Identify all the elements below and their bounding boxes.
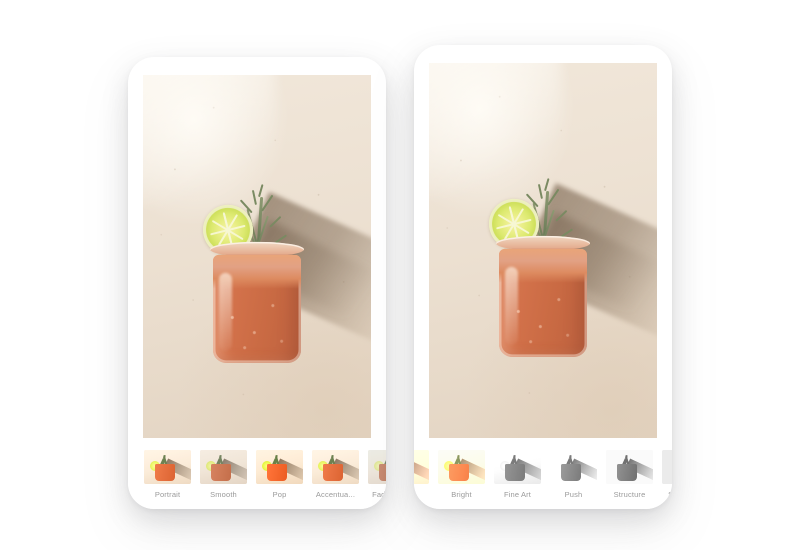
filter-thumbnail[interactable]: [550, 450, 597, 484]
filter-option-faded-gl[interactable]: Faded Gl...: [368, 450, 386, 499]
rosemary-needle: [261, 194, 273, 211]
filter-option-label: Portrait: [154, 490, 181, 499]
glass-highlight: [219, 272, 232, 351]
filter-option-label: Faded Gl...: [372, 490, 386, 499]
right-phone-screen: rning Bright Fine Art Push Structure Silhouet…: [414, 45, 672, 509]
filter-option-pop[interactable]: Pop: [256, 450, 303, 499]
thumbnail-glass: [211, 464, 231, 481]
filter-option-structure[interactable]: Structure: [606, 450, 653, 499]
thumbnail-glass: [323, 464, 343, 481]
rosemary-needle: [544, 177, 550, 191]
filter-thumbnail[interactable]: [438, 450, 485, 484]
rosemary-needle: [537, 183, 543, 199]
thumbnail-glass: [449, 464, 469, 481]
filter-option-rning[interactable]: rning: [414, 450, 429, 499]
filter-strip-left-track[interactable]: PortraitSmoothPopAccentua...Faded Gl...M…: [144, 450, 386, 499]
glass-body: [213, 254, 301, 363]
filter-strip-right[interactable]: rning Bright Fine Art Push Structure Silhouet…: [414, 445, 672, 509]
filter-option-label: Push: [564, 490, 583, 499]
filter-option-label: Structure: [613, 490, 646, 499]
filter-option-label: rning: [414, 490, 429, 499]
filter-option-accentua[interactable]: Accentua...: [312, 450, 359, 499]
cocktail-glass: [483, 160, 595, 357]
thumbnail-glass: [267, 464, 287, 481]
cocktail-glass: [197, 166, 309, 363]
screenshot-canvas: PortraitSmoothPopAccentua...Faded Gl...M…: [0, 0, 800, 550]
thumbnail-lime: [668, 461, 672, 471]
thumbnail-glass: [617, 464, 637, 481]
thumbnail-glass: [561, 464, 581, 481]
filter-option-push[interactable]: Push: [550, 450, 597, 499]
glass-body: [499, 248, 587, 357]
right-phone: rning Bright Fine Art Push Structure Silhouet…: [414, 45, 672, 509]
filter-option-smooth[interactable]: Smooth: [200, 450, 247, 499]
thumbnail-glass: [505, 464, 525, 481]
filter-option-label: Fine Art: [503, 490, 532, 499]
filter-option-label: Smooth: [210, 490, 237, 499]
filter-thumbnail[interactable]: [414, 450, 429, 484]
thumbnail-glass: [155, 464, 175, 481]
left-phone: PortraitSmoothPopAccentua...Faded Gl...M…: [128, 57, 386, 509]
filter-option-label: Silhouette: [668, 490, 672, 499]
thumbnail-glass: [379, 464, 386, 481]
rosemary-needle: [555, 209, 568, 221]
filter-option-bright[interactable]: Bright: [438, 450, 485, 499]
filter-thumbnail[interactable]: [606, 450, 653, 484]
filter-thumbnail[interactable]: [200, 450, 247, 484]
filter-thumbnail[interactable]: [312, 450, 359, 484]
filter-thumbnail[interactable]: [368, 450, 386, 484]
filter-option-label: Accentua...: [315, 490, 356, 499]
filter-option-portrait[interactable]: Portrait: [144, 450, 191, 499]
rosemary-needle: [547, 188, 559, 205]
filter-option-label: Pop: [272, 490, 287, 499]
filter-thumbnail[interactable]: [662, 450, 672, 484]
filter-strip-left[interactable]: PortraitSmoothPopAccentua...Faded Gl...M…: [128, 445, 386, 509]
filter-option-fine-art[interactable]: Fine Art: [494, 450, 541, 499]
photo-preview-left[interactable]: [143, 75, 371, 438]
filter-option-label: Bright: [451, 490, 472, 499]
rosemary-needle: [251, 189, 257, 205]
filter-thumbnail[interactable]: [494, 450, 541, 484]
rosemary-needle: [258, 183, 264, 197]
filter-thumbnail[interactable]: [256, 450, 303, 484]
photo-preview-right[interactable]: [429, 63, 657, 438]
filter-option-silhouette[interactable]: Silhouette: [662, 450, 672, 499]
filter-thumbnail[interactable]: [144, 450, 191, 484]
filter-strip-right-track[interactable]: rning Bright Fine Art Push Structure Silhouet…: [414, 450, 672, 499]
left-phone-screen: PortraitSmoothPopAccentua...Faded Gl...M…: [128, 57, 386, 509]
glass-highlight: [505, 266, 518, 345]
rosemary-needle: [269, 215, 282, 227]
